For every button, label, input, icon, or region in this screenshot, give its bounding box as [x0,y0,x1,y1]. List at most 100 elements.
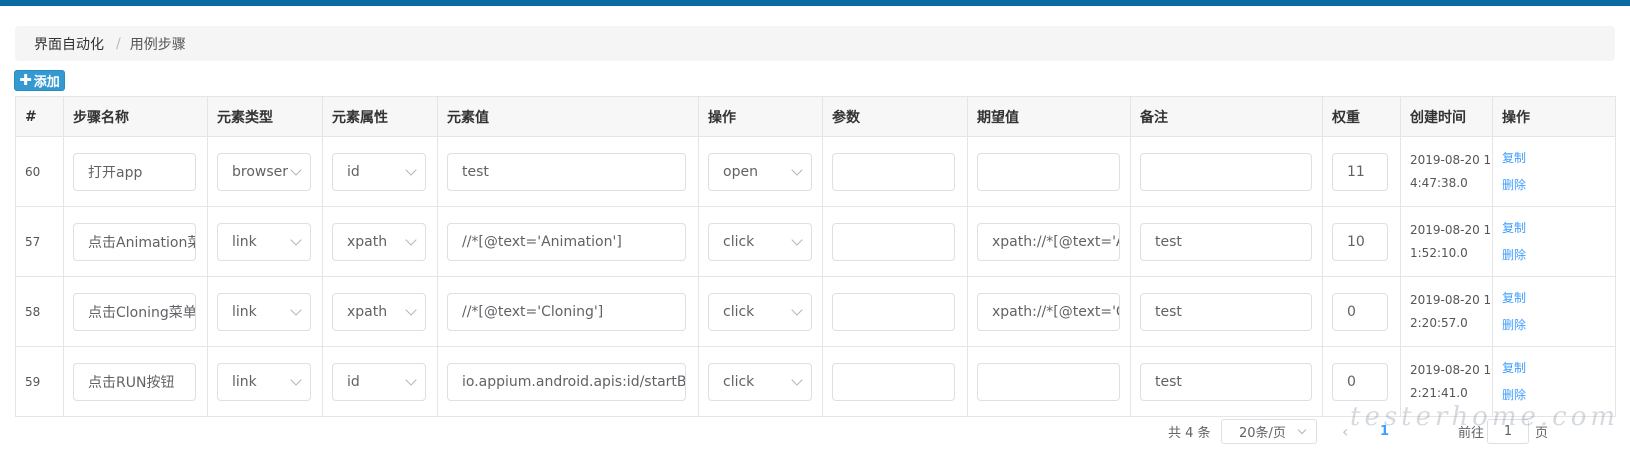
expected-input[interactable] [977,152,1120,191]
cell-param [822,136,968,207]
element-type-value: link [232,303,257,320]
action-select[interactable]: click [708,362,812,401]
watermark: testerhome.com [1350,402,1620,432]
cell-element-type: link [207,346,323,417]
steps-table: # 步骤名称 元素类型 元素属性 元素值 操作 参数 期望值 备注 权重 创建时… [15,96,1616,417]
remark-input[interactable]: test [1140,222,1312,261]
cell-remark [1130,136,1323,207]
table-header-row: # 步骤名称 元素类型 元素属性 元素值 操作 参数 期望值 备注 权重 创建时… [15,96,1616,137]
created-time-line1: 2019-08-20 1 [1410,292,1492,307]
delete-link[interactable]: 删除 [1502,172,1615,199]
cell-element-type: link [207,206,323,277]
cell-element-value: //*[@text='Cloning'] [437,276,699,347]
element-type-value: link [232,233,257,250]
param-input[interactable] [832,292,955,331]
element-value-input[interactable]: //*[@text='Animation'] [447,222,686,261]
cell-remark: test [1130,206,1323,277]
step-name-value: 点击Cloning菜单 [88,304,196,321]
weight-input[interactable]: 0 [1332,292,1388,331]
element-value-value: //*[@text='Animation'] [462,233,622,250]
breadcrumb: 界面自动化 / 用例步骤 [15,26,1615,61]
element-value-input[interactable]: //*[@text='Cloning'] [447,292,686,331]
header-element-type: 元素类型 [207,96,323,137]
element-type-select[interactable]: link [217,362,311,401]
step-name-input[interactable]: 点击RUN按钮 [73,362,196,401]
action-select[interactable]: open [708,152,812,191]
weight-input[interactable]: 11 [1332,152,1388,191]
chevron-left-icon[interactable]: ‹ [1342,419,1348,444]
cell-element-attr: xpath [322,206,438,277]
expected-input[interactable]: xpath://*[@text='Ar [977,222,1120,261]
element-attr-value: xpath [347,233,388,250]
chevron-down-icon [405,373,417,386]
delete-link[interactable]: 删除 [1502,312,1615,339]
copy-link[interactable]: 复制 [1502,355,1615,382]
param-input[interactable] [832,362,955,401]
cell-step-name: 点击RUN按钮 [63,346,208,417]
top-accent-bar [0,0,1630,6]
copy-link[interactable]: 复制 [1502,215,1615,242]
step-name-value: 点击RUN按钮 [88,374,175,391]
step-name-input[interactable]: 点击Animation菜 [73,222,196,261]
delete-link[interactable]: 删除 [1502,242,1615,269]
chevron-down-icon [791,303,803,316]
breadcrumb-item-case-steps: 用例步骤 [129,36,186,53]
action-value: click [723,233,755,250]
remark-value: test [1155,303,1182,320]
chevron-down-icon [405,303,417,316]
weight-value: 0 [1347,373,1356,390]
element-attr-value: xpath [347,303,388,320]
page-size-select[interactable]: 20条/页 [1221,419,1317,444]
cell-id: 58 [15,276,64,347]
element-value-value: //*[@text='Cloning'] [462,303,604,320]
element-type-select[interactable]: link [217,222,311,261]
copy-link[interactable]: 复制 [1502,145,1615,172]
element-attr-select[interactable]: id [332,362,426,401]
cell-remark: test [1130,346,1323,417]
cell-element-type: link [207,276,323,347]
element-type-select[interactable]: browser [217,152,311,191]
action-select[interactable]: click [708,292,812,331]
element-attr-select[interactable]: id [332,152,426,191]
element-value-input[interactable]: test [447,152,686,191]
element-attr-value: id [347,373,360,390]
weight-input[interactable]: 10 [1332,222,1388,261]
action-value: click [723,303,755,320]
element-attr-select[interactable]: xpath [332,292,426,331]
cell-created-time: 2019-08-20 1 4:47:38.0 [1400,136,1493,207]
expected-input[interactable]: xpath://*[@text='Cl [977,292,1120,331]
remark-input[interactable]: test [1140,292,1312,331]
cell-weight: 10 [1322,206,1401,277]
step-name-input[interactable]: 打开app [73,152,196,191]
expected-value: xpath://*[@text='Cl [992,303,1120,320]
header-created-time: 创建时间 [1400,96,1493,137]
add-button[interactable]: ✚ 添加 [14,70,65,91]
remark-value: test [1155,233,1182,250]
created-time-line1: 2019-08-20 1 [1410,362,1492,377]
remark-input[interactable]: test [1140,362,1312,401]
breadcrumb-item-ui-automation[interactable]: 界面自动化 [34,34,104,54]
breadcrumb-separator: / [116,35,121,52]
chevron-down-icon [290,373,302,386]
param-input[interactable] [832,222,955,261]
header-id: # [15,96,64,137]
weight-input[interactable]: 0 [1332,362,1388,401]
cell-element-value: //*[@text='Animation'] [437,206,699,277]
header-step-name: 步骤名称 [63,96,208,137]
cell-remark: test [1130,276,1323,347]
remark-input[interactable] [1140,152,1312,191]
step-name-value: 点击Animation菜 [88,234,196,251]
weight-value: 0 [1347,303,1356,320]
expected-input[interactable] [977,362,1120,401]
element-type-select[interactable]: link [217,292,311,331]
cell-operations: 复制 删除 [1492,206,1616,277]
param-input[interactable] [832,152,955,191]
action-select[interactable]: click [708,222,812,261]
element-attr-select[interactable]: xpath [332,222,426,261]
cell-param [822,346,968,417]
copy-link[interactable]: 复制 [1502,285,1615,312]
header-action: 操作 [698,96,823,137]
element-value-input[interactable]: io.appium.android.apis:id/startButto [447,362,686,401]
element-value-value: io.appium.android.apis:id/startButto [462,373,686,390]
step-name-input[interactable]: 点击Cloning菜单 [73,292,196,331]
